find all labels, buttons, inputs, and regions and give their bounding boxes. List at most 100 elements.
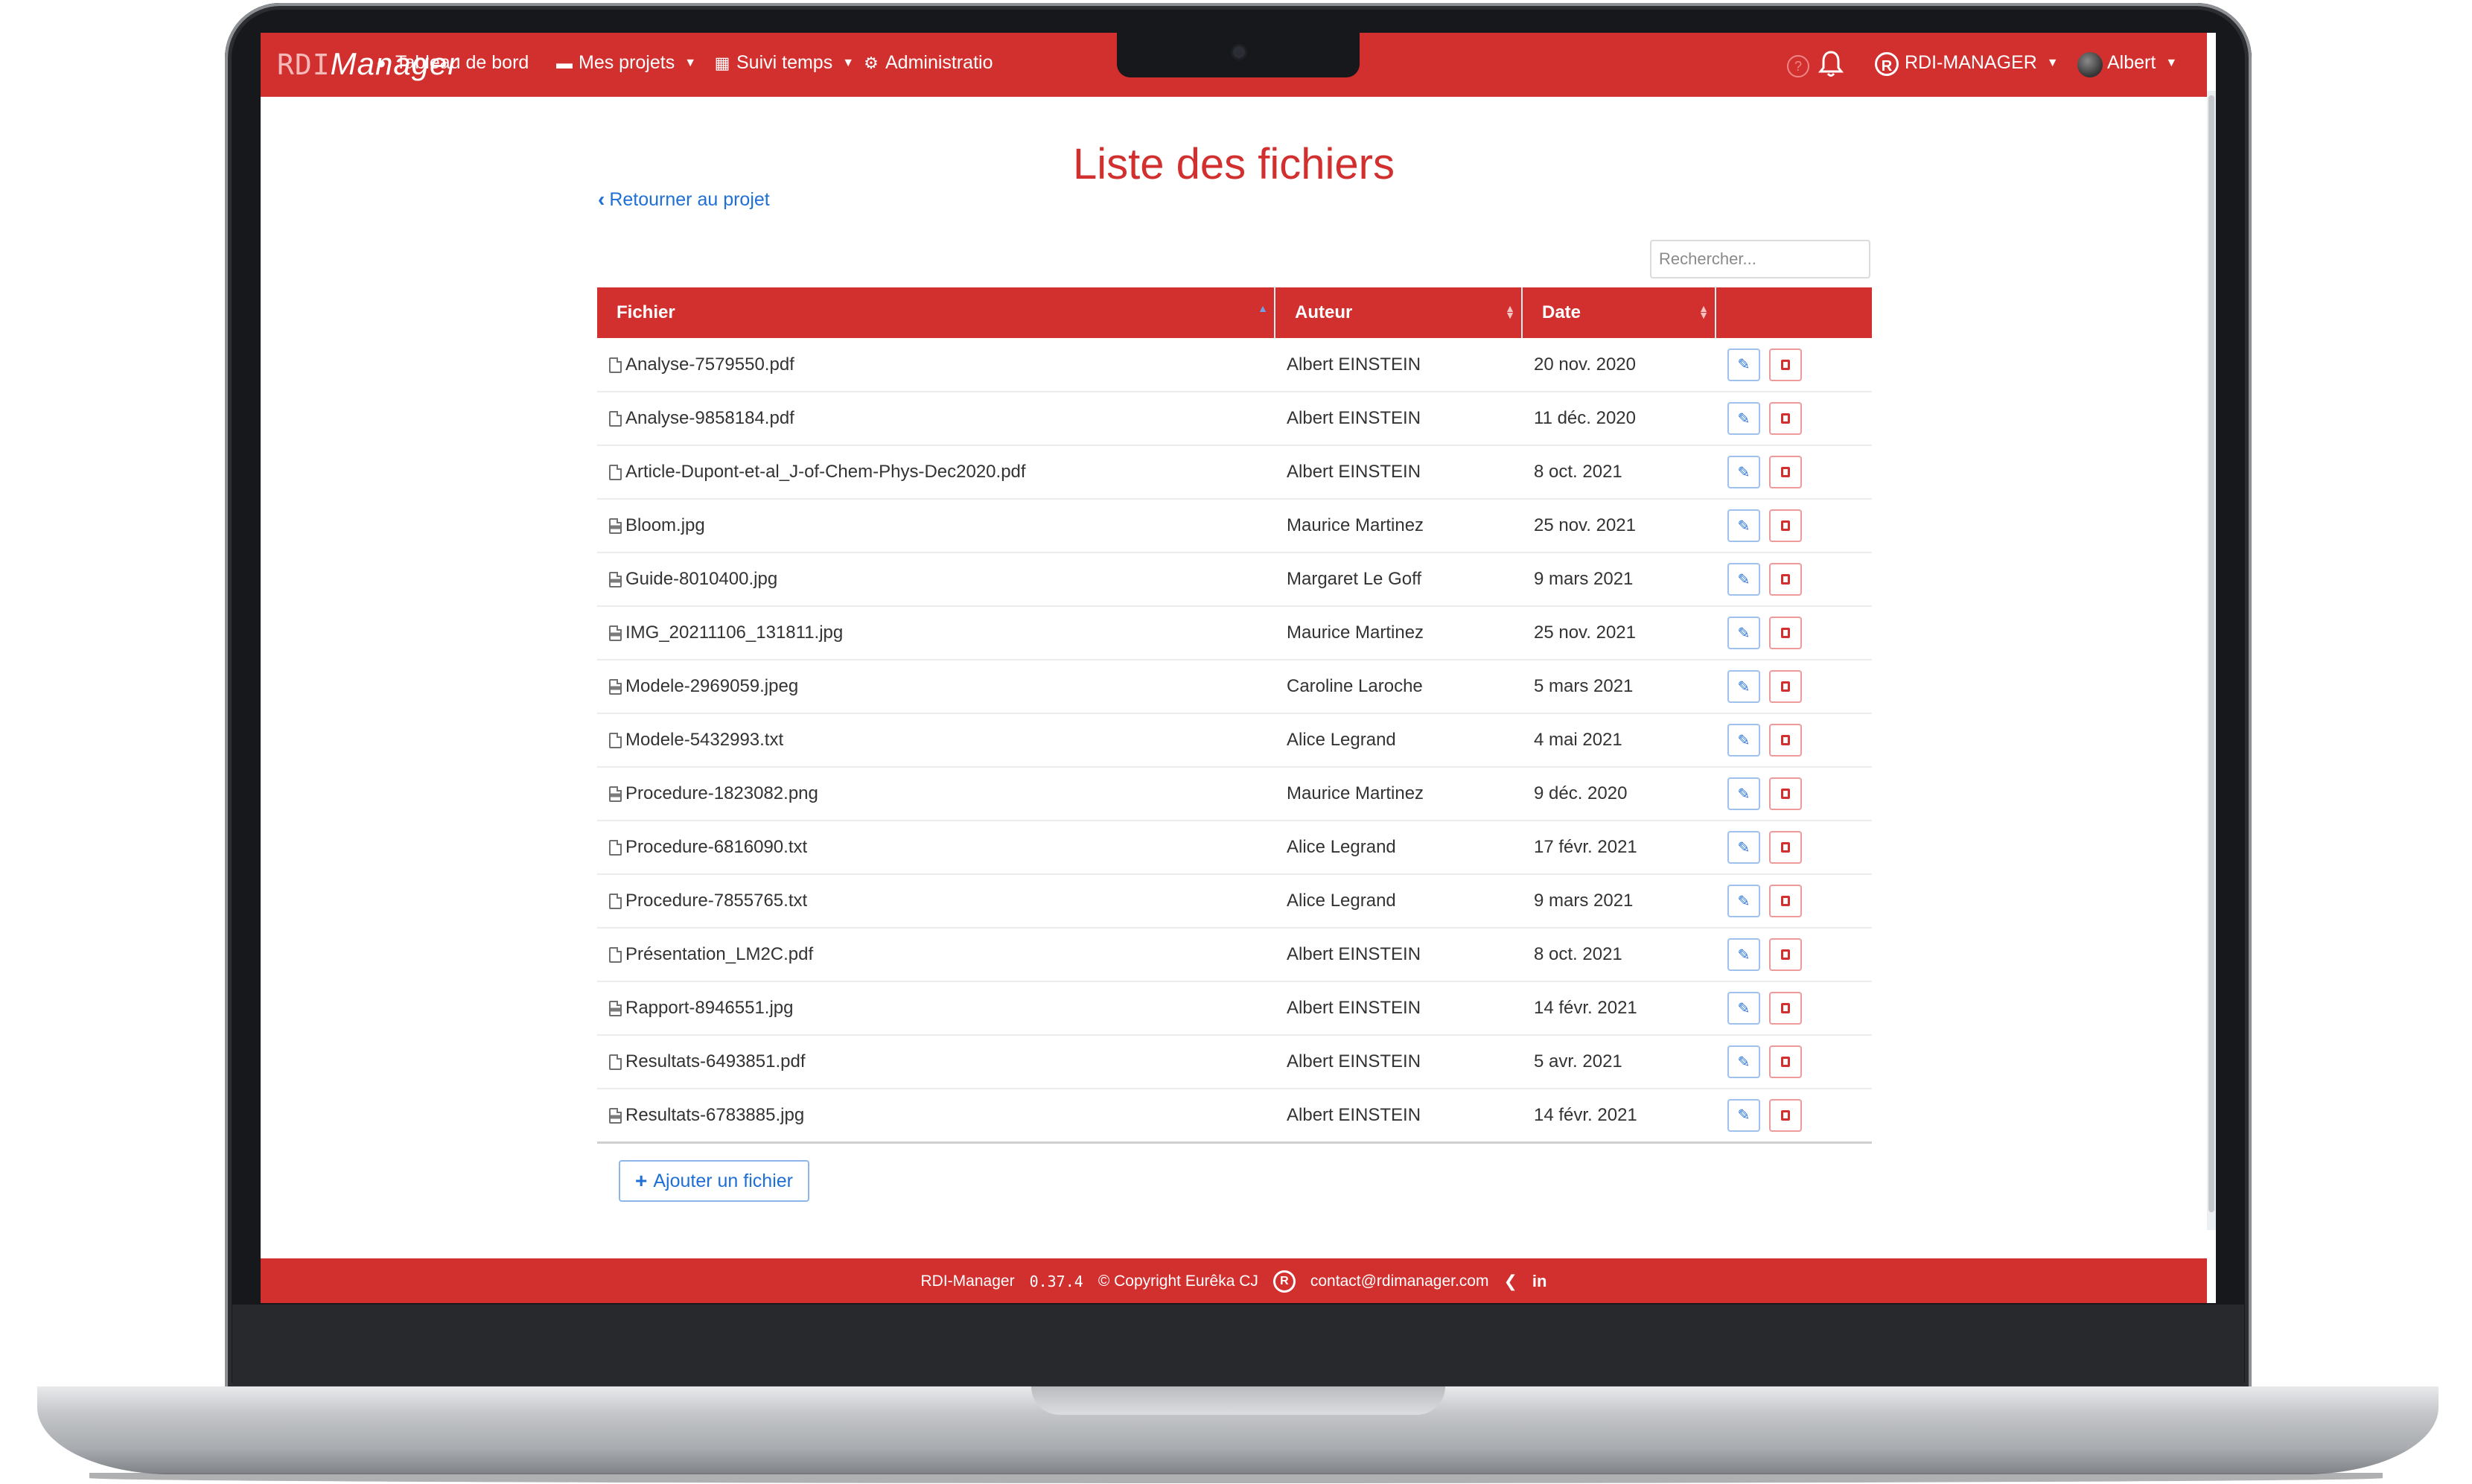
edit-button[interactable]: ✎ [1727, 563, 1760, 596]
edit-button[interactable]: ✎ [1727, 348, 1760, 381]
edit-button[interactable]: ✎ [1727, 1045, 1760, 1078]
org-logo-icon: R [1875, 52, 1899, 76]
file-cell[interactable]: Bloom.jpg [597, 499, 1275, 553]
edit-button[interactable]: ✎ [1727, 456, 1760, 488]
footer-version: 0.37.4 [1029, 1273, 1083, 1290]
col-header-actions [1716, 287, 1872, 338]
nav-user-menu[interactable]: Albert ▼ [2107, 52, 2177, 74]
file-cell[interactable]: Resultats-6783885.jpg [597, 1089, 1275, 1144]
file-cell[interactable]: Analyse-9858184.pdf [597, 392, 1275, 446]
scrollbar-thumb[interactable] [2208, 95, 2214, 1212]
bell-icon[interactable] [1818, 49, 1844, 79]
file-cell[interactable]: Procedure-1823082.png [597, 767, 1275, 821]
delete-button[interactable] [1769, 831, 1802, 864]
plus-icon: + [635, 1169, 648, 1192]
author-cell: Albert EINSTEIN [1275, 445, 1522, 500]
file-cell[interactable]: Rapport-8946551.jpg [597, 981, 1275, 1036]
image-file-icon [609, 625, 622, 641]
actions-cell: ✎ [1716, 928, 1872, 982]
delete-button[interactable] [1769, 348, 1802, 381]
edit-button[interactable]: ✎ [1727, 670, 1760, 703]
date-cell: 11 déc. 2020 [1522, 392, 1716, 446]
nav-time-tracking[interactable]: ▦ Suivi temps ▼ [713, 52, 854, 74]
file-cell[interactable]: Présentation_LM2C.pdf [597, 928, 1275, 982]
file-cell[interactable]: Guide-8010400.jpg [597, 552, 1275, 607]
file-cell[interactable]: Article-Dupont-et-al_J-of-Chem-Phys-Dec2… [597, 445, 1275, 500]
file-name: Procedure-7855765.txt [625, 891, 808, 911]
actions-cell: ✎ [1716, 821, 1872, 875]
table-row: Resultats-6493851.pdf Albert EINSTEIN 5 av… [597, 1035, 1872, 1089]
file-cell[interactable]: IMG_20211106_131811.jpg [597, 606, 1275, 660]
file-name: Modele-2969059.jpeg [625, 676, 799, 696]
author-cell: Albert EINSTEIN [1275, 1089, 1522, 1144]
delete-button[interactable] [1769, 456, 1802, 488]
file-cell[interactable]: Procedure-7855765.txt [597, 874, 1275, 929]
pencil-icon: ✎ [1737, 464, 1751, 481]
delete-button[interactable] [1769, 563, 1802, 596]
linkedin-icon[interactable]: in [1532, 1272, 1547, 1291]
delete-button[interactable] [1769, 777, 1802, 810]
file-cell[interactable]: Modele-2969059.jpeg [597, 660, 1275, 714]
col-header-author[interactable]: Auteur ▲ ▼ [1275, 287, 1523, 338]
delete-button[interactable] [1769, 617, 1802, 649]
add-file-button[interactable]: + Ajouter un fichier [619, 1160, 809, 1202]
scrollbar[interactable] [2207, 91, 2216, 1230]
nav-admin[interactable]: ⚙ Administratio [862, 52, 993, 74]
nav-dashboard[interactable]: ● Tableau de bord [372, 52, 529, 74]
document-file-icon [609, 465, 622, 480]
delete-button[interactable] [1769, 885, 1802, 917]
file-name: Présentation_LM2C.pdf [625, 944, 814, 964]
edit-button[interactable]: ✎ [1727, 938, 1760, 971]
search-input[interactable] [1650, 240, 1870, 278]
actions-cell: ✎ [1716, 660, 1872, 714]
edit-button[interactable]: ✎ [1727, 509, 1760, 542]
pencil-icon: ✎ [1737, 678, 1751, 695]
edit-button[interactable]: ✎ [1727, 831, 1760, 864]
trash-icon [1781, 735, 1790, 745]
col-header-author-label: Auteur [1295, 302, 1353, 322]
nav-projects[interactable]: ▬ Mes projets ▼ [555, 52, 696, 74]
delete-button[interactable] [1769, 1045, 1802, 1078]
edit-button[interactable]: ✎ [1727, 992, 1760, 1025]
file-name: Procedure-6816090.txt [625, 837, 808, 857]
edit-button[interactable]: ✎ [1727, 617, 1760, 649]
footer-email-link[interactable]: contact@rdimanager.com [1310, 1273, 1489, 1290]
file-name: Bloom.jpg [625, 515, 705, 535]
nav-projects-label: Mes projets [579, 52, 675, 73]
image-file-icon [609, 1001, 622, 1016]
file-cell[interactable]: Resultats-6493851.pdf [597, 1035, 1275, 1089]
trash-icon [1781, 574, 1790, 585]
file-cell[interactable]: Modele-5432993.txt [597, 713, 1275, 768]
delete-button[interactable] [1769, 402, 1802, 435]
col-header-date[interactable]: Date ▲ ▼ [1522, 287, 1716, 338]
share-icon[interactable]: ❮ [1503, 1272, 1517, 1291]
laptop-base-notch [1031, 1386, 1445, 1415]
file-cell[interactable]: Analyse-7579550.pdf [597, 338, 1275, 392]
footer: RDI-Manager 0.37.4 © Copyright Eurêka CJ… [261, 1258, 2207, 1303]
delete-button[interactable] [1769, 1098, 1802, 1132]
col-header-file[interactable]: Fichier ▲ [597, 287, 1275, 338]
delete-button[interactable] [1769, 724, 1802, 757]
back-to-project-link[interactable]: ‹ Retourner au projet [598, 188, 770, 211]
delete-button[interactable] [1769, 670, 1802, 703]
delete-button[interactable] [1769, 509, 1802, 542]
edit-button[interactable]: ✎ [1727, 885, 1760, 917]
document-file-icon [609, 894, 622, 909]
author-cell: Alice Legrand [1275, 821, 1522, 875]
edit-button[interactable]: ✎ [1727, 724, 1760, 757]
delete-button[interactable] [1769, 938, 1802, 971]
author-cell: Maurice Martinez [1275, 767, 1522, 821]
delete-button[interactable] [1769, 992, 1802, 1025]
avatar[interactable] [2077, 52, 2103, 77]
sort-icon: ▲ ▼ [1698, 302, 1709, 321]
nav-org-menu[interactable]: RDI-MANAGER ▼ [1905, 52, 2059, 74]
file-cell[interactable]: Procedure-6816090.txt [597, 821, 1275, 875]
date-cell: 20 nov. 2020 [1522, 338, 1716, 392]
document-file-icon [609, 411, 622, 427]
edit-button[interactable]: ✎ [1727, 402, 1760, 435]
files-table: Fichier ▲ Auteur ▲ ▼ Date ▲ ▼ Analyse-7579… [597, 287, 1872, 1144]
author-cell: Albert EINSTEIN [1275, 981, 1522, 1036]
edit-button[interactable]: ✎ [1727, 777, 1760, 810]
help-icon[interactable]: ? [1787, 55, 1809, 77]
edit-button[interactable]: ✎ [1727, 1098, 1760, 1132]
